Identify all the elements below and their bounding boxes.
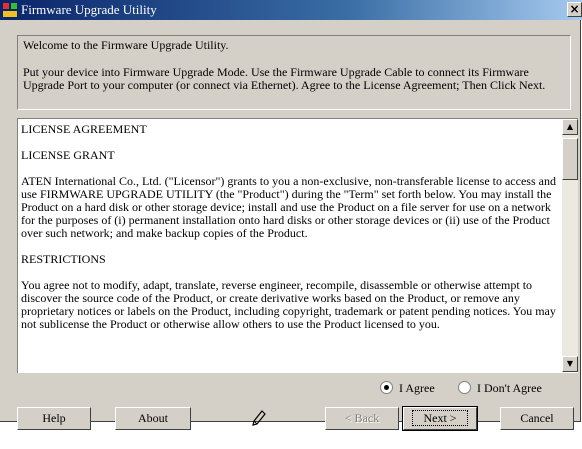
license-heading: LICENSE AGREEMENT [21, 122, 147, 136]
scroll-down-icon[interactable]: ▼ [562, 356, 578, 372]
pen-icon [252, 410, 266, 426]
next-button[interactable]: Next > [402, 406, 478, 431]
cancel-button[interactable]: Cancel [500, 407, 574, 430]
disagree-radio[interactable] [458, 381, 471, 394]
restrictions-heading: RESTRICTIONS [21, 252, 106, 266]
window-title: Firmware Upgrade Utility [21, 2, 157, 17]
agree-radio[interactable] [380, 381, 393, 394]
restrictions-text: You agree not to modify, adapt, translat… [21, 278, 556, 331]
about-button[interactable]: About [115, 407, 191, 430]
next-button-label: Next > [412, 410, 468, 426]
scroll-thumb[interactable] [562, 138, 578, 180]
agree-label: I Agree [399, 381, 435, 395]
firmware-upgrade-window: Firmware Upgrade Utility × Welcome to th… [0, 0, 582, 431]
app-icon [2, 2, 18, 18]
license-scrollbar[interactable]: ▲ ▼ [562, 119, 578, 372]
help-button[interactable]: Help [17, 407, 91, 430]
license-grant-text: ATEN International Co., Ltd. ("Licensor"… [21, 174, 556, 240]
disagree-radio-option[interactable]: I Don't Agree [458, 381, 542, 396]
title-bar[interactable]: Firmware Upgrade Utility × [0, 0, 582, 20]
license-textbox[interactable]: LICENSE AGREEMENT LICENSE GRANT ATEN Int… [17, 118, 578, 373]
close-button[interactable]: × [567, 2, 582, 17]
agree-radio-option[interactable]: I Agree [380, 381, 435, 396]
instructions-text: Put your device into Firmware Upgrade Mo… [23, 65, 546, 92]
back-button[interactable]: < Back [325, 407, 399, 430]
scroll-up-icon[interactable]: ▲ [562, 119, 578, 135]
license-grant-heading: LICENSE GRANT [21, 148, 115, 162]
disagree-label: I Don't Agree [477, 381, 542, 395]
welcome-text: Welcome to the Firmware Upgrade Utility. [23, 38, 229, 52]
welcome-panel: Welcome to the Firmware Upgrade Utility.… [17, 35, 571, 110]
license-content: LICENSE AGREEMENT LICENSE GRANT ATEN Int… [21, 123, 557, 344]
